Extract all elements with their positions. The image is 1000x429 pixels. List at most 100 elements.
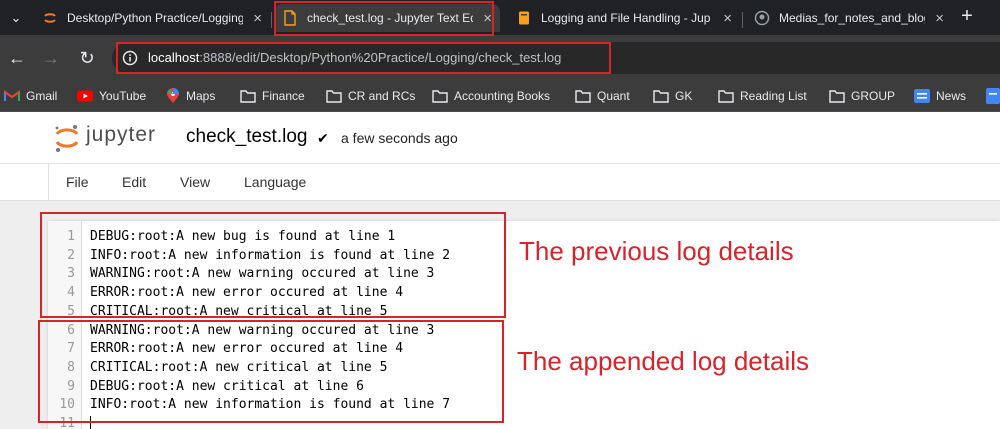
bookmark-label: YouTube bbox=[99, 89, 147, 103]
bookmarks-bar: Gmail YouTube Maps Finance CR and RCs Ac… bbox=[0, 80, 1000, 112]
menu-edit[interactable]: Edit bbox=[122, 174, 146, 190]
bookmark-label: Finance bbox=[262, 89, 305, 103]
code-line[interactable]: INFO:root:A new information is found at … bbox=[90, 248, 450, 263]
code-line[interactable]: DEBUG:root:A new critical at line 6 bbox=[90, 379, 364, 394]
bookmark-youtube[interactable]: YouTube bbox=[77, 87, 146, 105]
close-tab-icon[interactable]: × bbox=[253, 10, 262, 27]
close-tab-icon[interactable]: × bbox=[723, 10, 732, 27]
browser-toolbar: ← → ↻ localhost:8888/edit/Desktop/Python… bbox=[0, 35, 1000, 80]
close-tab-icon[interactable]: × bbox=[483, 10, 492, 27]
tab-logging-notebook[interactable]: Logging and File Handling - Jup × bbox=[508, 4, 740, 32]
line-number: 11 bbox=[59, 416, 75, 429]
line-number-gutter: 1 2 3 4 5 6 7 8 9 10 11 bbox=[48, 221, 82, 429]
folder-icon bbox=[326, 90, 342, 103]
jupyter-logo-icon[interactable] bbox=[54, 123, 80, 153]
address-bar[interactable]: localhost:8888/edit/Desktop/Python%20Pra… bbox=[112, 42, 1000, 74]
tab-check-test-log[interactable]: check_test.log - Jupyter Text Edi × bbox=[274, 4, 500, 32]
maps-icon bbox=[167, 88, 179, 103]
code-line[interactable]: ERROR:root:A new error occured at line 4 bbox=[90, 341, 403, 356]
code-line[interactable]: WARNING:root:A new warning occured at li… bbox=[90, 266, 434, 281]
line-number: 7 bbox=[67, 341, 75, 357]
line-number: 3 bbox=[67, 266, 75, 282]
bookmark-label: Reading List bbox=[740, 89, 807, 103]
bookmark-label: Maps bbox=[186, 89, 216, 103]
line-number: 10 bbox=[59, 397, 75, 413]
url-path: :8888/edit/Desktop/Python%20Practice/Log… bbox=[199, 50, 562, 65]
bookmark-label: GROUP bbox=[851, 89, 896, 103]
menu-container: File Edit View Language bbox=[48, 164, 1000, 200]
editor-workarea: 1 2 3 4 5 6 7 8 9 10 11 DEBUG:root:A new… bbox=[0, 201, 1000, 429]
tab-github-medias[interactable]: Medias_for_notes_and_blogs/lo × bbox=[746, 4, 952, 32]
code-line[interactable]: WARNING:root:A new warning occured at li… bbox=[90, 323, 434, 338]
gmail-icon bbox=[4, 90, 20, 101]
url-text[interactable]: localhost:8888/edit/Desktop/Python%20Pra… bbox=[148, 50, 561, 65]
close-tab-icon[interactable]: × bbox=[935, 10, 944, 27]
back-arrow-icon[interactable]: ← bbox=[6, 47, 28, 69]
bookmark-label: Gmail bbox=[26, 89, 58, 103]
bookmark-folder-cr-and-rcs[interactable]: CR and RCs bbox=[326, 87, 415, 105]
saved-check-icon: ✔ bbox=[317, 130, 329, 146]
forward-arrow-icon[interactable]: → bbox=[40, 47, 62, 69]
bookmark-label: GK bbox=[675, 89, 693, 103]
tab-title: check_test.log - Jupyter Text Edi bbox=[307, 11, 474, 25]
menu-language[interactable]: Language bbox=[244, 174, 306, 190]
line-number: 4 bbox=[67, 285, 75, 301]
bookmark-folder-accounting-books[interactable]: Accounting Books bbox=[432, 87, 550, 105]
line-number: 8 bbox=[67, 359, 75, 375]
reload-icon[interactable]: ↻ bbox=[76, 47, 98, 69]
jupyter-header: jupyter check_test.log ✔ a few seconds a… bbox=[0, 113, 1000, 163]
bookmark-folder-finance[interactable]: Finance bbox=[240, 87, 305, 105]
line-number: 2 bbox=[67, 247, 75, 263]
text-cursor bbox=[90, 416, 91, 429]
bookmark-folder-quant[interactable]: Quant bbox=[575, 87, 630, 105]
folder-icon bbox=[575, 90, 591, 103]
tab-separator bbox=[742, 12, 743, 28]
code-line[interactable]: INFO:root:A new information is found at … bbox=[90, 397, 450, 412]
url-host: localhost bbox=[148, 50, 200, 65]
bookmark-maps[interactable]: Maps bbox=[166, 87, 215, 105]
site-info-icon[interactable] bbox=[122, 50, 138, 66]
browser-tab-strip: ⌄ Desktop/Python Practice/Logging × chec… bbox=[0, 0, 1000, 35]
tab-logging-directory[interactable]: Desktop/Python Practice/Logging × bbox=[34, 4, 270, 32]
menu-file[interactable]: File bbox=[66, 174, 89, 190]
jupyter-brand: jupyter bbox=[86, 123, 157, 146]
google-news-icon bbox=[914, 89, 930, 103]
bookmark-label: Quant bbox=[597, 89, 630, 103]
notebook-icon bbox=[519, 11, 529, 25]
annotation-previous-logs: The previous log details bbox=[519, 236, 794, 266]
line-number: 6 bbox=[67, 322, 75, 338]
bookmark-folder-reading-list[interactable]: Reading List bbox=[718, 87, 807, 105]
github-icon bbox=[754, 10, 770, 26]
menu-bar: File Edit View Language bbox=[0, 163, 1000, 201]
folder-icon bbox=[829, 90, 845, 103]
jupyter-favicon-icon bbox=[44, 13, 56, 23]
new-tab-button[interactable]: + bbox=[955, 4, 979, 28]
google-translate-icon[interactable] bbox=[986, 88, 1000, 104]
tab-title: Logging and File Handling - Jup bbox=[541, 11, 711, 25]
save-status: a few seconds ago bbox=[341, 130, 458, 146]
folder-icon bbox=[653, 90, 669, 103]
line-number: 9 bbox=[67, 378, 75, 394]
folder-icon bbox=[718, 90, 734, 103]
bookmark-gmail[interactable]: Gmail bbox=[4, 87, 57, 105]
code-line[interactable]: ERROR:root:A new error occured at line 4 bbox=[90, 285, 403, 300]
bookmark-label: News bbox=[936, 89, 967, 103]
tab-search-dropdown-icon[interactable]: ⌄ bbox=[8, 10, 24, 26]
folder-icon bbox=[240, 90, 256, 103]
folder-icon bbox=[432, 90, 448, 103]
bookmark-folder-gk[interactable]: GK bbox=[653, 87, 692, 105]
tab-separator bbox=[271, 12, 272, 28]
file-name[interactable]: check_test.log bbox=[186, 126, 307, 148]
code-line[interactable]: CRITICAL:root:A new critical at line 5 bbox=[90, 304, 387, 319]
youtube-icon bbox=[77, 90, 93, 102]
bookmark-label: CR and RCs bbox=[348, 89, 416, 103]
bookmark-label: Accounting Books bbox=[454, 89, 551, 103]
bookmark-folder-group[interactable]: GROUP bbox=[829, 87, 895, 105]
line-number: 5 bbox=[67, 303, 75, 319]
bookmark-google-news[interactable]: News bbox=[914, 87, 966, 105]
code-line[interactable]: DEBUG:root:A new bug is found at line 1 bbox=[90, 229, 395, 244]
line-number: 1 bbox=[67, 229, 75, 244]
menu-view[interactable]: View bbox=[180, 174, 210, 190]
code-line[interactable]: CRITICAL:root:A new critical at line 5 bbox=[90, 360, 387, 375]
file-icon bbox=[284, 10, 296, 26]
